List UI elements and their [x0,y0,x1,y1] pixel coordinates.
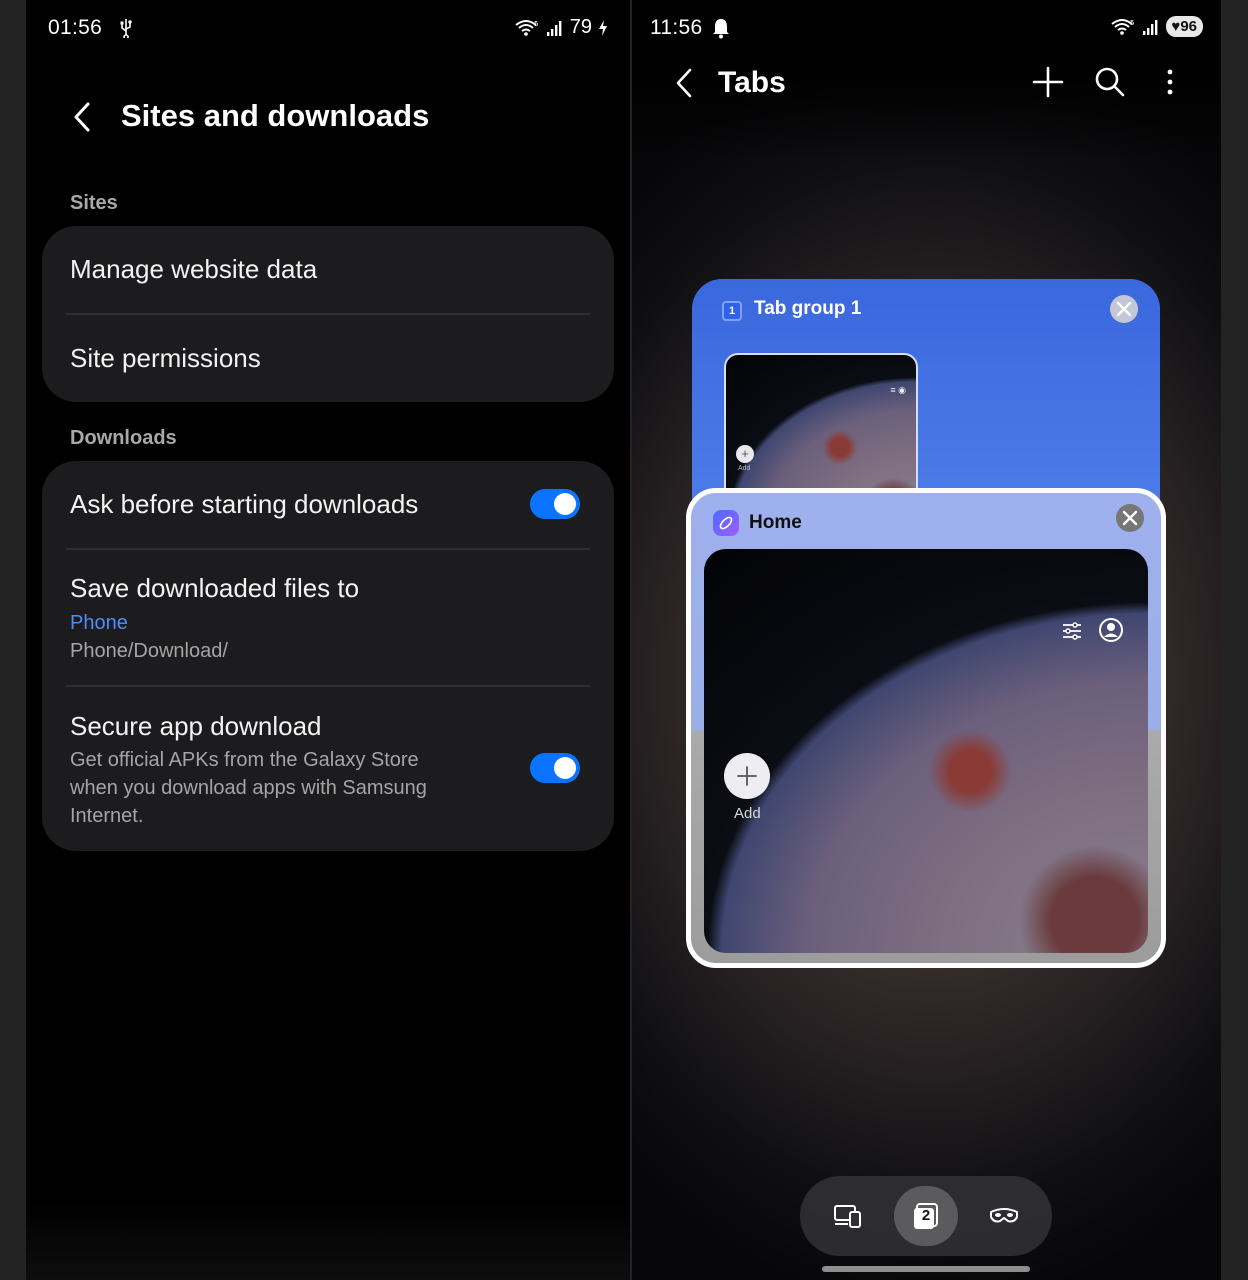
home-tab-thumbnail[interactable]: Add [704,549,1148,953]
more-options-icon[interactable] [1152,64,1188,100]
section-label-downloads: Downloads [70,427,177,449]
signal-icon [1143,19,1158,35]
secure-app-download-item[interactable]: Secure app download Get official APKs fr… [70,711,464,830]
ask-before-downloads-item[interactable]: Ask before starting downloads [70,489,586,520]
tabs-screen: 11:56 5 ♥96 Tabs 1 Tab group 1 ≡ ◉ + Add… [632,0,1221,1280]
page-title: Sites and downloads [121,98,430,133]
tune-icon [1063,622,1081,640]
new-tab-plus-icon[interactable] [1030,64,1066,100]
secure-app-download-label: Secure app download [70,711,322,741]
save-files-to-label: Save downloaded files to [70,573,360,603]
save-location-value: Phone [70,612,128,634]
secret-mode-button[interactable] [972,1186,1036,1246]
add-shortcut-label: Add [734,805,761,822]
close-icon [1116,301,1132,317]
save-path-value: Phone/Download/ [70,640,228,662]
toggle-knob [554,493,576,515]
tab-group-badge: 1 [722,301,742,321]
tab-count: 2 [921,1207,931,1224]
home-tab-card[interactable]: Home Add [686,488,1166,968]
back-button[interactable] [68,100,98,134]
wifi-icon: 5 [515,20,538,36]
manage-website-data-label: Manage website data [70,254,318,284]
add-shortcut-button[interactable] [724,753,770,799]
tabs-button[interactable]: 2 [894,1186,958,1246]
battery-level: ♥96 [1166,16,1203,37]
devices-icon [834,1205,861,1228]
downloads-card: Ask before starting downloads Save downl… [42,461,614,851]
page-title: Tabs [718,66,786,99]
ask-before-downloads-toggle[interactable] [530,489,580,519]
section-label-sites: Sites [70,192,118,214]
ask-before-downloads-label: Ask before starting downloads [70,489,419,519]
secure-app-download-description: Get official APKs from the Galaxy Store … [70,749,427,827]
other-devices-button[interactable] [816,1186,880,1246]
settings-screen: 01:56 5 79 Sites and downloads Sites Man… [26,0,630,1280]
plus-icon [737,766,757,786]
divider [66,313,590,315]
home-indicator [822,1266,1030,1272]
wifi-icon: 5 [1111,19,1135,35]
search-icon[interactable] [1092,64,1128,100]
close-icon [1122,510,1138,526]
battery-value: 96 [1180,18,1197,35]
samsung-internet-icon [713,510,739,536]
site-permissions-label: Site permissions [70,343,261,373]
status-icons: 5 ♥96 [1110,16,1203,37]
save-files-to-item[interactable]: Save downloaded files to Phone Phone/Dow… [70,573,586,665]
signal-icon [546,20,562,36]
close-tab-group-button[interactable] [1110,295,1138,323]
sites-card: Manage website data Site permissions [42,226,614,402]
mini-add-icon: + [736,445,754,463]
status-time: 11:56 [650,16,703,39]
divider [66,548,590,550]
manage-website-data-item[interactable]: Manage website data [70,254,586,285]
toggle-knob [554,757,576,779]
usb-icon [120,19,132,38]
divider [66,685,590,687]
bottom-tab-bar: 2 [800,1176,1052,1256]
secure-app-download-toggle[interactable] [530,753,580,783]
status-time: 01:56 [48,16,103,39]
bottom-fade [26,1200,630,1280]
home-tab-title: Home [749,512,802,533]
battery-level: 79 [569,16,592,38]
tab-group-title: Tab group 1 [754,298,862,319]
svg-text:5: 5 [1130,19,1134,27]
close-home-tab-button[interactable] [1116,504,1144,532]
secret-mode-icon [990,1208,1018,1223]
svg-text:5: 5 [534,20,538,28]
status-icons: 5 79 [514,16,608,39]
mini-toolbar-icons: ≡ ◉ [890,385,906,395]
profile-icon [1099,618,1123,642]
bell-icon [713,19,729,39]
mini-add-label: Add [738,465,751,472]
charging-icon [599,19,607,36]
back-button[interactable] [672,66,696,100]
site-permissions-item[interactable]: Site permissions [70,343,586,374]
